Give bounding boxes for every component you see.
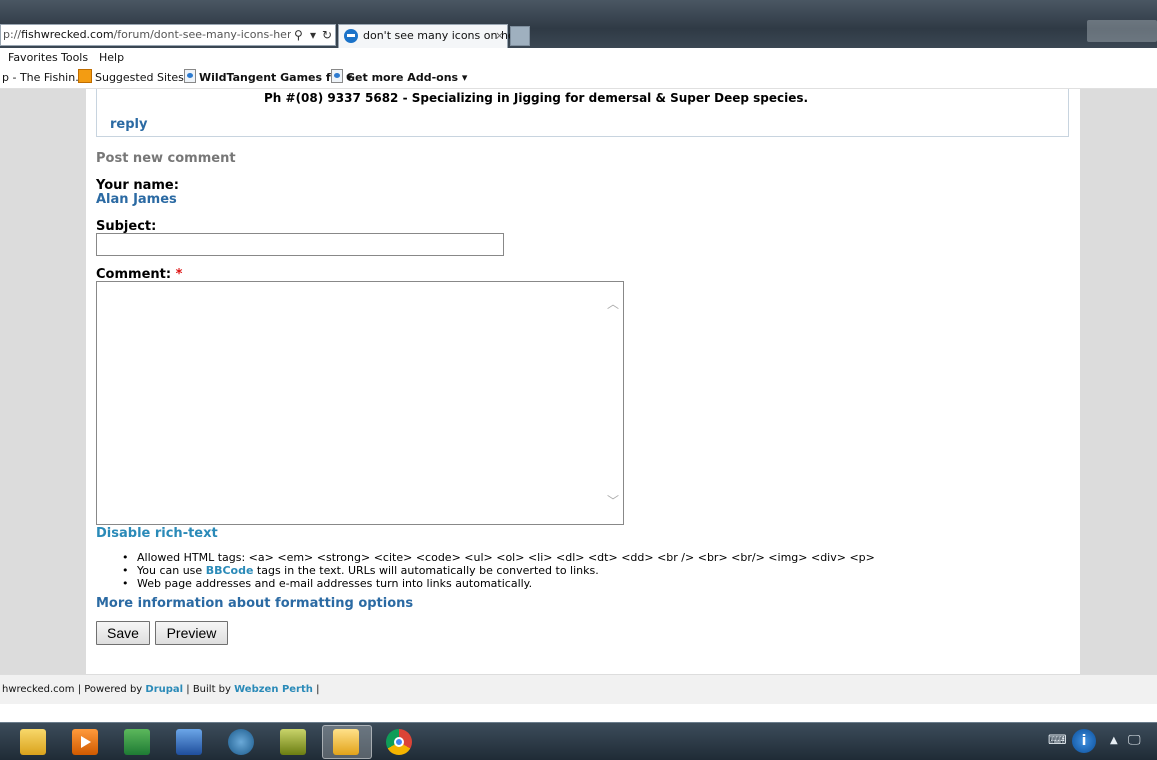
webzen-link[interactable]: Webzen Perth	[234, 684, 313, 695]
disable-rich-text-link[interactable]: Disable rich-text	[96, 526, 218, 541]
suggested-sites-label: Suggested Sites ▾	[95, 71, 193, 84]
menu-favorites[interactable]: Favorites	[8, 48, 58, 68]
tip-bbcode-after: tags in the text. URLs will automaticall…	[253, 564, 599, 577]
windows-taskbar: ⌨ i ▲ 🖵	[0, 722, 1157, 760]
favorite-suggested-sites[interactable]: Suggested Sites ▾	[78, 68, 193, 88]
preview-button[interactable]: Preview	[155, 621, 228, 645]
tip-bbcode-before: You can use	[137, 564, 206, 577]
save-button[interactable]: Save	[96, 621, 150, 645]
search-box-blur	[1087, 20, 1157, 42]
tray-arrow-icon[interactable]: ▲	[1110, 733, 1118, 749]
subject-input[interactable]	[96, 233, 504, 256]
search-icon[interactable]: ⚲	[294, 25, 303, 45]
tip-allowed-html: Allowed HTML tags: <a> <em> <strong> <ci…	[122, 551, 875, 564]
network-icon[interactable]: 🖵	[1128, 733, 1141, 749]
required-marker: *	[175, 267, 183, 282]
file-explorer-icon[interactable]	[20, 729, 46, 755]
favorite-get-addons[interactable]: Get more Add-ons ▾	[331, 68, 467, 88]
name-value[interactable]: Alan James	[96, 192, 177, 207]
ie-icon	[344, 29, 358, 43]
reply-link[interactable]: reply	[110, 117, 147, 132]
page-viewport: Ph #(08) 9337 5682 - Specializing in Jig…	[0, 89, 1157, 722]
site-footer: hwrecked.com | Powered by Drupal | Built…	[0, 674, 1157, 705]
info-icon[interactable]: i	[1072, 729, 1096, 753]
comment-textarea[interactable]: ︿ ﹀	[96, 281, 624, 525]
close-tab-icon[interactable]: ×	[495, 25, 504, 47]
more-formatting-info-link[interactable]: More information about formatting option…	[96, 596, 413, 611]
scroll-down-icon[interactable]: ﹀	[607, 495, 619, 507]
drupal-link[interactable]: Drupal	[145, 684, 183, 695]
chrome-icon[interactable]	[386, 729, 412, 755]
signature-text: Ph #(08) 9337 5682 - Specializing in Jig…	[264, 91, 809, 105]
excel-icon[interactable]	[124, 729, 150, 755]
new-tab-button[interactable]	[510, 26, 530, 46]
post-comment-heading: Post new comment	[96, 151, 236, 166]
word-icon[interactable]	[176, 729, 202, 755]
hp-icon[interactable]	[228, 729, 254, 755]
menu-bar: Favorites Tools Help	[0, 48, 1157, 68]
favorite-fishing[interactable]: p - The Fishin...	[2, 68, 86, 88]
page-icon	[331, 69, 343, 83]
menu-help[interactable]: Help	[99, 48, 124, 68]
browser-tab[interactable]: don't see many icons on he... ×	[338, 24, 525, 48]
footer-end: |	[312, 684, 320, 695]
footer-built-by: | Built by	[183, 684, 235, 695]
menu-tools[interactable]: Tools	[61, 48, 88, 68]
page-icon	[184, 69, 196, 83]
tip-bbcode: You can use BBCode tags in the text. URL…	[122, 564, 875, 577]
keyboard-icon[interactable]: ⌨	[1048, 733, 1067, 749]
suggested-sites-icon	[78, 69, 92, 83]
url-prefix: p://	[3, 28, 22, 41]
address-url[interactable]: p://fishwrecked.com/forum/dont-see-many-…	[3, 25, 291, 45]
tip-links-auto: Web page addresses and e-mail addresses …	[122, 577, 875, 590]
comment-label-text: Comment:	[96, 267, 176, 282]
url-path: /forum/dont-see-many-icons-here-anymore	[113, 28, 291, 41]
footer-site: hwrecked.com | Powered by	[2, 684, 146, 695]
outlook-icon[interactable]	[333, 729, 359, 755]
subject-label: Subject:	[96, 219, 157, 234]
name-label: Your name:	[96, 178, 179, 193]
footer-text: hwrecked.com | Powered by Drupal | Built…	[2, 675, 319, 705]
comment-label: Comment: *	[96, 267, 182, 282]
refresh-icon[interactable]: ↻	[322, 25, 332, 45]
favorite-wildtangent[interactable]: WildTangent Games f... ▾	[184, 68, 352, 88]
page-bottom	[0, 704, 1157, 722]
formatting-tips: Allowed HTML tags: <a> <em> <strong> <ci…	[122, 551, 875, 590]
bbcode-link[interactable]: BBCode	[206, 564, 254, 577]
url-host: fishwrecked.com	[21, 28, 114, 41]
favorites-bar: p - The Fishin... Suggested Sites ▾ Wild…	[0, 68, 1157, 89]
wildtangent-label: WildTangent Games f... ▾	[199, 71, 352, 84]
dropdown-icon[interactable]: ▾	[310, 25, 316, 45]
media-player-icon[interactable]	[72, 729, 98, 755]
address-bar[interactable]: p://fishwrecked.com/forum/dont-see-many-…	[0, 24, 336, 46]
app-icon[interactable]	[280, 729, 306, 755]
get-addons-label: Get more Add-ons ▾	[346, 71, 468, 84]
scroll-up-icon[interactable]: ︿	[607, 298, 619, 310]
